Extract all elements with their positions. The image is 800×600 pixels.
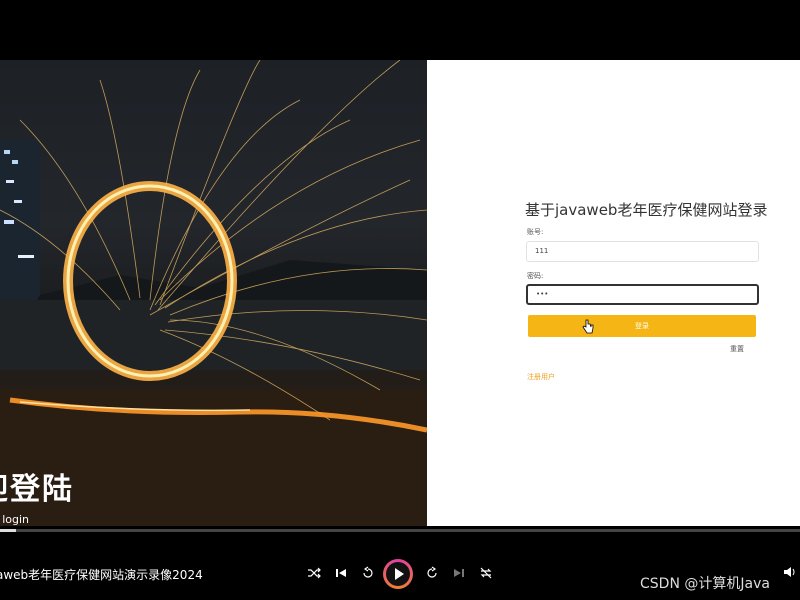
shuffle-icon[interactable] [307,566,321,580]
rewind-icon[interactable] [361,566,375,580]
play-button-face [386,562,410,586]
login-hero-photo: 迎登陆 o login [0,60,427,526]
play-icon [395,568,404,580]
volume-icon[interactable] [783,566,797,578]
csdn-watermark: CSDN @计算机Java [640,576,770,592]
skip-next-icon[interactable] [452,566,466,580]
top-black-bar [0,0,800,57]
welcome-title: 迎登陆 [0,472,74,507]
password-label: 密码: [527,272,544,280]
play-button[interactable] [383,559,413,589]
login-form-panel: 基于javaweb老年医疗保健网站登录 账号: 111 密码: ••• 登录 重… [427,60,800,526]
login-form-title: 基于javaweb老年医疗保健网站登录 [525,201,768,219]
reset-link[interactable]: 重置 [730,344,744,354]
fast-forward-icon[interactable] [425,566,439,580]
video-title: aweb老年医疗保健网站演示录像2024 [0,568,203,582]
username-input[interactable]: 111 [526,241,759,262]
repeat-off-icon[interactable] [479,566,493,580]
password-input[interactable]: ••• [526,284,759,305]
hand-cursor-icon [582,319,594,334]
skip-previous-icon[interactable] [334,566,348,580]
steel-wool-sparks-illustration [0,60,427,526]
login-button[interactable]: 登录 [528,315,756,337]
welcome-subtitle: o login [0,513,30,526]
register-link[interactable]: 注册用户 [527,372,555,382]
username-label: 账号: [527,228,544,236]
